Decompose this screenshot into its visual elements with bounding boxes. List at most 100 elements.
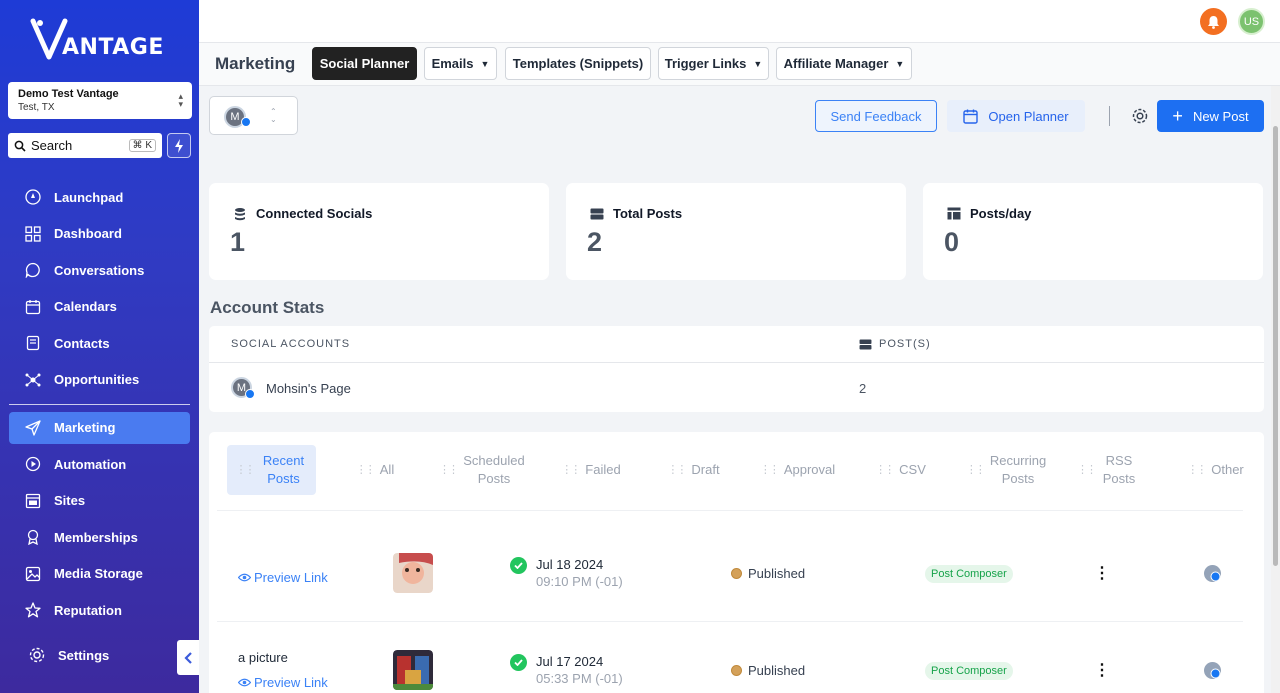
stat-label-text: Total Posts xyxy=(613,206,683,221)
stat-label-text: Connected Socials xyxy=(256,206,373,221)
collapse-sidebar-button[interactable] xyxy=(177,640,199,675)
brand-logo[interactable]: ANTAGE xyxy=(30,14,164,66)
post-thumbnail-image[interactable] xyxy=(393,650,433,690)
stat-value: 2 xyxy=(587,227,603,257)
tab-social-planner[interactable]: Social Planner xyxy=(312,47,417,80)
table-row[interactable]: M Mohsin's Page xyxy=(231,377,351,399)
sidebar-item-label: Automation xyxy=(54,456,127,472)
chevron-down-icon: ▼ xyxy=(480,58,490,69)
column-header-social-accounts[interactable]: SOCIAL ACCOUNTS xyxy=(231,338,350,350)
server-icon xyxy=(590,208,604,219)
search-icon xyxy=(14,140,26,152)
eye-icon xyxy=(238,678,251,687)
send-feedback-button[interactable]: Send Feedback xyxy=(815,100,937,132)
notifications-button[interactable] xyxy=(1200,8,1227,35)
post-thumbnail-image[interactable] xyxy=(393,553,433,593)
stat-card-total-posts: Total Posts 2 xyxy=(566,183,906,280)
search-shortcut: ⌘ K xyxy=(128,139,156,152)
rocket-icon xyxy=(25,189,41,205)
preview-link[interactable]: Preview Link xyxy=(238,570,328,585)
drag-handle-icon: ⋮⋮ xyxy=(1077,464,1097,476)
row-divider xyxy=(217,621,1243,622)
tab-rss-posts[interactable]: ⋮⋮ RSS Posts xyxy=(1075,445,1139,495)
drag-handle-icon: ⋮⋮ xyxy=(667,464,687,476)
published-check-icon xyxy=(510,654,527,671)
tab-recurring-posts[interactable]: ⋮⋮ Recurring Posts xyxy=(966,445,1046,495)
chevron-left-icon xyxy=(184,651,192,664)
tab-approval[interactable]: ⋮⋮ Approval xyxy=(760,445,835,495)
sidebar-item-label: Launchpad xyxy=(54,189,124,205)
user-avatar[interactable]: US xyxy=(1238,8,1265,35)
sidebar-item-label: Media Storage xyxy=(54,566,143,581)
sidebar-item-label: Conversations xyxy=(54,262,145,278)
tab-scheduled-posts[interactable]: ⋮⋮ Scheduled Posts xyxy=(439,445,525,495)
stat-label: Total Posts xyxy=(590,206,682,221)
tab-label: Other xyxy=(1211,462,1244,477)
contacts-icon xyxy=(26,335,40,351)
calendar-icon xyxy=(25,299,41,314)
more-options-icon[interactable]: ⋮ xyxy=(1094,563,1110,583)
post-status: Published xyxy=(731,663,805,678)
tab-other[interactable]: ⋮⋮ Other xyxy=(1187,445,1244,495)
sidebar-item-media-storage[interactable]: Media Storage xyxy=(9,558,190,590)
sidebar-item-automation[interactable]: Automation xyxy=(9,448,190,480)
sidebar-item-calendars[interactable]: Calendars xyxy=(9,291,190,323)
search-input[interactable]: Search ⌘ K xyxy=(8,133,162,158)
plus-icon: + xyxy=(1172,106,1183,126)
sidebar-item-reputation[interactable]: Reputation xyxy=(9,594,190,626)
account-stats-title: Account Stats xyxy=(210,298,325,317)
post-row[interactable]: a picture Preview Link Jul 17 2024 05:33… xyxy=(209,624,1264,693)
chevron-down-icon: ▼ xyxy=(895,58,905,69)
button-label: Open Planner xyxy=(988,108,1069,124)
post-status: Published xyxy=(731,566,805,581)
post-row[interactable]: Preview Link Jul 18 2024 09:10 PM (-01) … xyxy=(209,527,1264,622)
column-header-posts[interactable]: POST(S) xyxy=(859,338,931,350)
button-label: Send Feedback xyxy=(830,108,922,124)
calendar-icon xyxy=(963,109,979,124)
scrollbar-thumb[interactable] xyxy=(1273,126,1278,566)
sidebar-item-settings[interactable]: Settings xyxy=(28,646,109,664)
tab-affiliate-manager[interactable]: Affiliate Manager ▼ xyxy=(776,47,912,80)
sidebar-item-opportunities[interactable]: Opportunities xyxy=(9,364,190,396)
open-planner-button[interactable]: Open Planner xyxy=(947,100,1085,132)
facebook-icon xyxy=(245,389,255,399)
published-check-icon xyxy=(510,557,527,574)
sidebar-item-memberships[interactable]: Memberships xyxy=(9,521,190,553)
logo-text: ANTAGE xyxy=(62,34,164,60)
sidebar-item-contacts[interactable]: Contacts xyxy=(9,327,190,359)
quick-action-button[interactable] xyxy=(167,133,191,158)
preview-link[interactable]: Preview Link xyxy=(238,675,328,690)
tab-label: CSV xyxy=(899,462,926,477)
location-switcher[interactable]: Demo Test Vantage Test, TX ▴ ▾ xyxy=(8,82,192,119)
settings-gear-icon[interactable] xyxy=(1131,107,1149,125)
account-post-count: 2 xyxy=(859,381,867,396)
tab-csv[interactable]: ⋮⋮ CSV xyxy=(875,445,926,495)
tab-emails[interactable]: Emails ▼ xyxy=(424,47,497,80)
drag-handle-icon: ⋮⋮ xyxy=(875,464,895,476)
sidebar-item-sites[interactable]: Sites xyxy=(9,485,190,517)
sidebar-item-conversations[interactable]: Conversations xyxy=(9,254,190,286)
page-scrollbar[interactable] xyxy=(1271,86,1280,693)
more-options-icon[interactable]: ⋮ xyxy=(1094,660,1110,680)
membership-icon xyxy=(27,529,39,545)
source-badge: Post Composer xyxy=(925,565,1013,583)
tab-failed[interactable]: ⋮⋮ Failed xyxy=(561,445,620,495)
tab-draft[interactable]: ⋮⋮ Draft xyxy=(667,445,720,495)
sidebar-item-launchpad[interactable]: Launchpad xyxy=(9,181,190,213)
page-title: Marketing xyxy=(215,54,296,73)
tab-templates[interactable]: Templates (Snippets) xyxy=(505,47,651,80)
sidebar-item-label: Memberships xyxy=(54,529,138,545)
updown-caret-icon: ▴ ▾ xyxy=(178,91,183,109)
sidebar-item-label: Opportunities xyxy=(54,372,140,387)
tab-all[interactable]: ⋮⋮ All xyxy=(355,445,395,495)
drag-handle-icon: ⋮⋮ xyxy=(965,464,986,476)
new-post-button[interactable]: + New Post xyxy=(1157,100,1264,132)
tab-recent-posts[interactable]: ⋮⋮ Recent Posts xyxy=(227,445,316,495)
account-selector[interactable]: M ⌃ ⌄ xyxy=(209,96,298,135)
tab-trigger-links[interactable]: Trigger Links ▼ xyxy=(658,47,769,80)
bolt-icon xyxy=(175,138,183,153)
sidebar-item-label: Dashboard xyxy=(54,226,122,241)
grid-icon xyxy=(25,225,41,242)
sidebar-item-marketing[interactable]: Marketing xyxy=(9,411,190,444)
sidebar-item-dashboard[interactable]: Dashboard xyxy=(9,218,190,250)
